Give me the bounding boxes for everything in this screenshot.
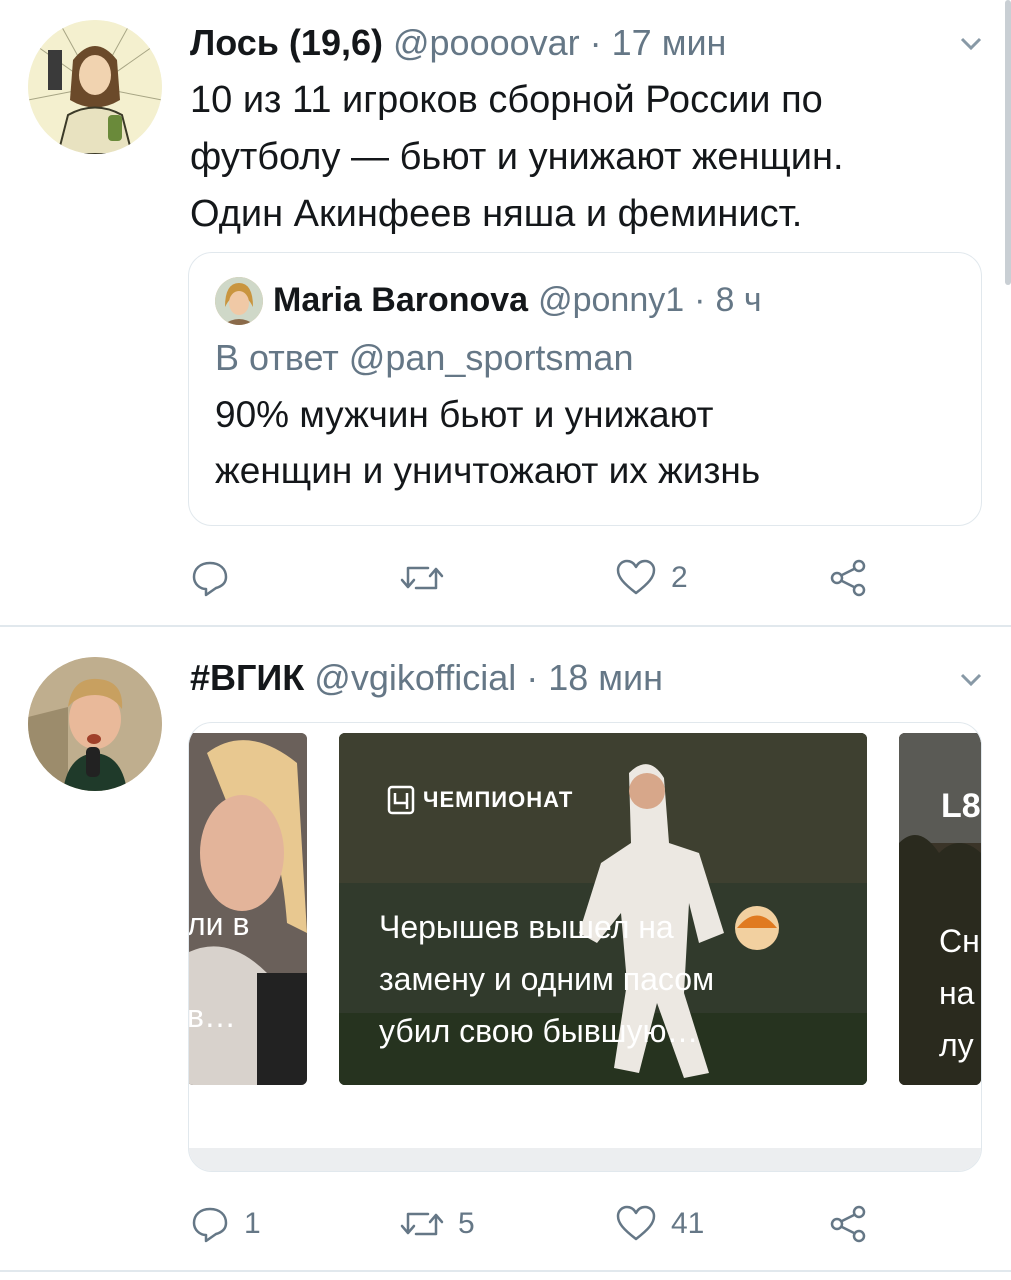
slide-headline: Сн на лу: [939, 915, 980, 1071]
quote-time: 8 ч: [715, 281, 762, 319]
like-count: 2: [671, 561, 688, 594]
share-icon: [830, 559, 866, 597]
quote-reply-context: В ответ @pan_sportsman: [215, 337, 634, 378]
retweet-count: 5: [458, 1207, 475, 1240]
slide-headline-line: ли в: [188, 906, 250, 942]
retweet-icon: [400, 1212, 444, 1236]
quote-author-avatar: [215, 277, 263, 325]
heart-icon: [616, 1205, 656, 1241]
quote-text-line: женщин и уничтожают их жизнь: [215, 450, 761, 491]
slide-headline-line: в…: [188, 998, 236, 1034]
share-button[interactable]: [828, 1204, 868, 1244]
championat-logo-icon: [387, 785, 415, 815]
reply-icon: [192, 561, 228, 597]
quote-author-handle: @ponny1: [538, 281, 685, 319]
retweet-button[interactable]: 5: [400, 1204, 475, 1244]
author-name[interactable]: #ВГИК: [190, 657, 304, 699]
tweet-text-line: Один Акинфеев няша и феминист.: [190, 193, 803, 235]
carousel-slide[interactable]: ЧЕМПИОНАТ Черышев вышел на замену и одни…: [339, 733, 867, 1085]
author-avatar[interactable]: [28, 657, 162, 791]
championat-logo: ЧЕМПИОНАТ: [387, 785, 573, 815]
chevron-down-icon: [960, 37, 982, 51]
slide-headline-line: убил свою бывшую…: [379, 1013, 699, 1049]
tweet-time[interactable]: 17 мин: [612, 22, 727, 64]
like-count: 41: [671, 1207, 705, 1240]
slide-headline-line: Сн: [939, 923, 980, 959]
meta-separator: ·: [589, 22, 602, 63]
tweet-divider: [0, 1270, 1011, 1272]
carousel-slide[interactable]: L8 Сн на лу: [899, 733, 981, 1085]
tweet-menu-button[interactable]: [958, 666, 984, 697]
championat-brand: ЧЕМПИОНАТ: [423, 787, 574, 812]
slide-brand: L8: [941, 787, 981, 825]
quoted-tweet[interactable]: Maria Baronova @ponny1 · 8 ч В ответ @pa…: [188, 252, 982, 526]
meta-separator: ·: [694, 281, 706, 319]
quote-text-line: 90% мужчин бьют и унижают: [215, 394, 714, 435]
quote-text: 90% мужчин бьют и унижают женщин и уничт…: [215, 387, 955, 499]
chevron-down-icon: [960, 673, 982, 687]
heart-icon: [616, 559, 656, 595]
slide-headline-line: замену и одним пасом: [379, 961, 715, 997]
slide-headline: ли в в…: [188, 898, 250, 1042]
retweet-icon: [400, 566, 444, 590]
tweet-text: 10 из 11 игроков сборной России по футбо…: [190, 72, 990, 243]
like-button[interactable]: 41: [615, 1204, 704, 1244]
like-button[interactable]: 2: [615, 558, 688, 598]
share-button[interactable]: [828, 558, 868, 598]
slide-headline: Черышев вышел на замену и одним пасом уб…: [379, 901, 714, 1057]
meta-separator: ·: [526, 657, 539, 698]
media-carousel-card[interactable]: ли в в… ЧЕМПИОНАТ Черышев вышел на замен…: [188, 722, 982, 1172]
scrollbar[interactable]: [1005, 0, 1011, 285]
share-icon: [830, 1205, 866, 1243]
slide-headline-line: на: [939, 975, 975, 1011]
tweet-menu-button[interactable]: [958, 30, 984, 61]
tweet-text-line: 10 из 11 игроков сборной России по: [190, 79, 823, 121]
slide-headline-line: Черышев вышел на: [379, 909, 674, 945]
author-name[interactable]: Лось (19,6): [190, 22, 383, 64]
card-footer: [189, 1148, 981, 1171]
quote-author-name: Maria Baronova: [273, 281, 529, 319]
tweet-divider: [0, 625, 1011, 627]
reply-icon: [192, 1207, 228, 1243]
author-avatar[interactable]: [28, 20, 162, 154]
author-handle[interactable]: @vgikofficial: [314, 657, 516, 699]
author-handle[interactable]: @poooovar: [393, 22, 580, 64]
reply-count: 1: [244, 1207, 261, 1240]
retweet-button[interactable]: [400, 558, 458, 598]
reply-button[interactable]: [190, 558, 244, 598]
tweet-time[interactable]: 18 мин: [548, 657, 663, 699]
carousel-slide[interactable]: ли в в…: [188, 733, 307, 1085]
tweet-text-line: футболу — бьют и унижают женщин.: [190, 136, 844, 178]
reply-button[interactable]: 1: [190, 1204, 261, 1244]
slide-headline-line: лу: [939, 1027, 974, 1063]
